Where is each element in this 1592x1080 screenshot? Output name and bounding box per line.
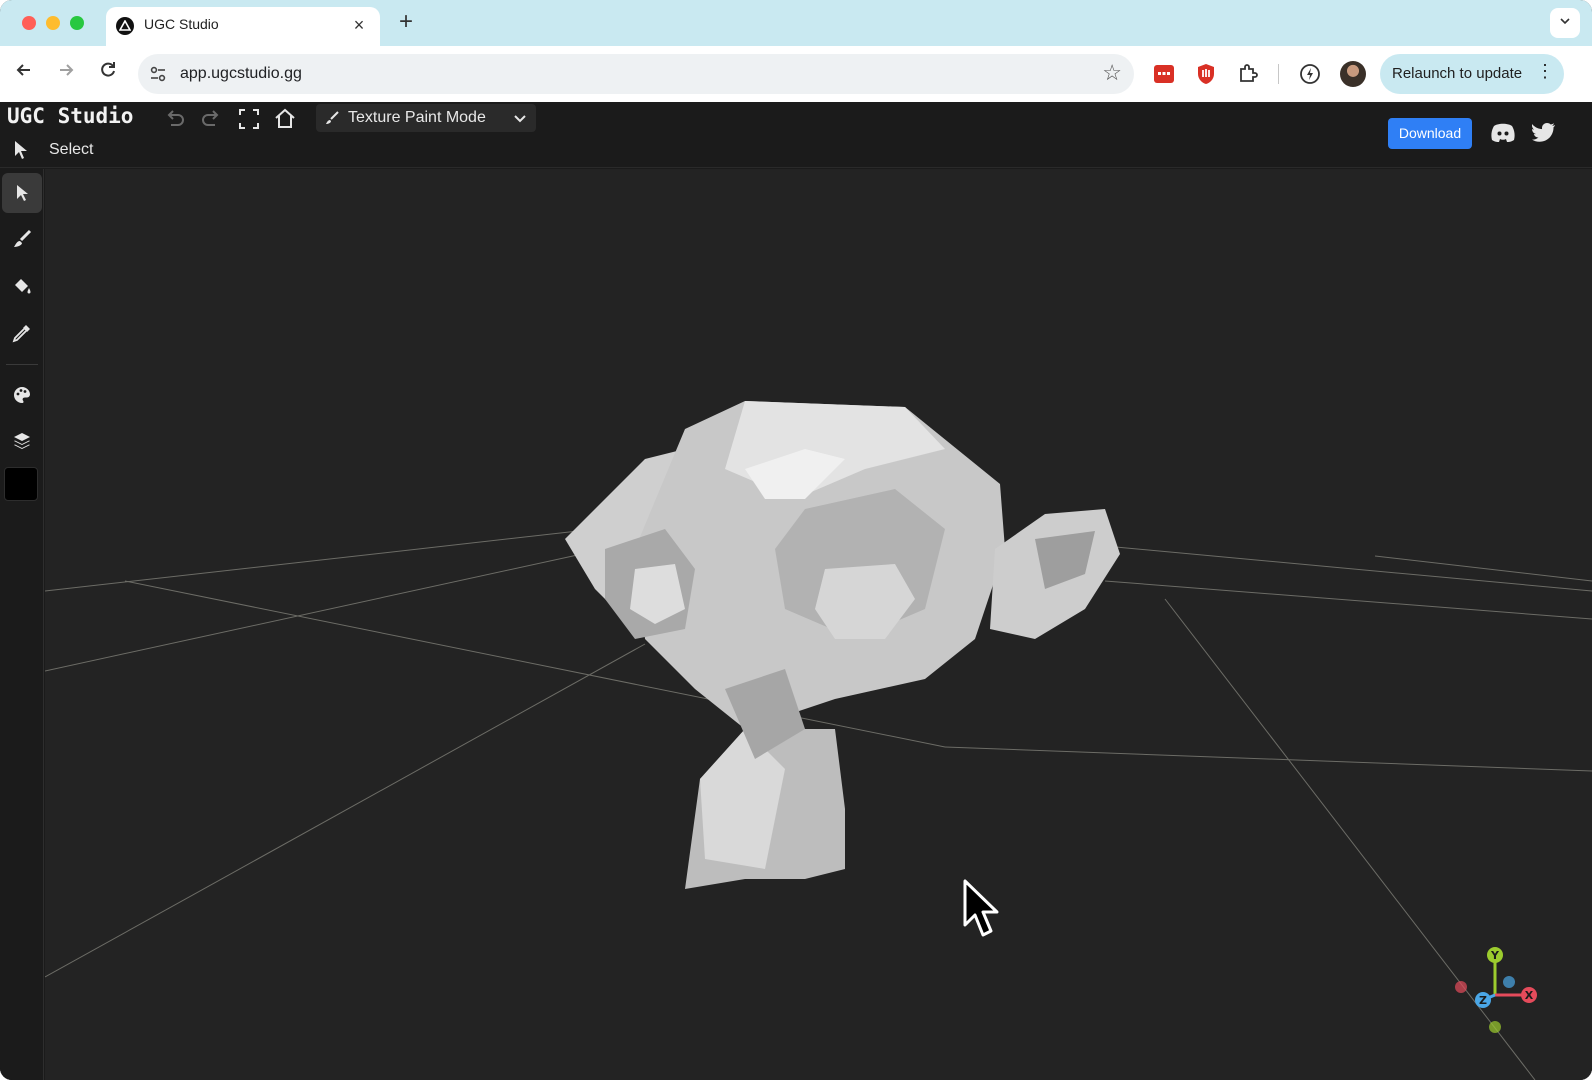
chevron-down-icon (1560, 18, 1570, 25)
ugc-studio-app: UGC Studio Texture Paint Mode Select Dow… (0, 102, 1592, 1080)
reload-icon (101, 62, 115, 77)
axis-z-label: Z (1479, 994, 1487, 1007)
relaunch-button[interactable]: Relaunch to update ⋮ (1380, 54, 1564, 94)
extensions-puzzle-icon[interactable] (1236, 62, 1260, 86)
paint-bucket-icon (15, 279, 31, 294)
chevron-down-icon (514, 115, 526, 123)
mouse-cursor-icon (963, 879, 999, 937)
brush-tool-button[interactable] (2, 219, 42, 259)
favicon-icon (116, 17, 134, 35)
arrow-right-icon (60, 64, 74, 76)
site-settings-icon[interactable] (148, 64, 168, 84)
fullscreen-icon[interactable] (236, 106, 262, 132)
redo-icon[interactable] (198, 106, 224, 132)
mode-dropdown[interactable]: Texture Paint Mode (316, 104, 536, 132)
relaunch-label: Relaunch to update (1392, 65, 1523, 82)
toolbar-separator (1278, 64, 1279, 84)
forward-button[interactable] (52, 60, 80, 88)
fill-bucket-tool-button[interactable] (2, 266, 42, 306)
axis-x-label: X (1525, 989, 1534, 1002)
axis-neg-y-handle[interactable] (1489, 1021, 1501, 1033)
new-tab-button[interactable]: + (392, 9, 420, 37)
performance-bolt-icon[interactable] (1298, 62, 1322, 86)
mode-label: Texture Paint Mode (348, 109, 486, 126)
paintbrush-icon (14, 229, 32, 247)
tool-sidebar (0, 169, 44, 1080)
extension-red-icon[interactable] (1152, 62, 1176, 86)
active-tool-label: Select (49, 141, 94, 158)
axis-neg-x-handle[interactable] (1455, 981, 1467, 993)
3d-viewport[interactable]: Y X Z (45, 169, 1592, 1080)
download-button[interactable]: Download (1388, 118, 1472, 149)
pointer-icon (15, 141, 27, 159)
axis-neg-z-handle[interactable] (1503, 976, 1515, 988)
browser-toolbar: app.ugcstudio.gg ☆ Relaunch to update ⋮ (0, 46, 1592, 102)
pointer-icon (17, 185, 28, 201)
close-tab-icon[interactable]: × (348, 14, 370, 36)
more-vertical-icon[interactable]: ⋮ (1536, 61, 1554, 82)
app-header: UGC Studio Texture Paint Mode Select Dow… (0, 102, 1592, 168)
reload-button[interactable] (94, 60, 122, 88)
address-bar[interactable]: app.ugcstudio.gg ☆ (138, 54, 1134, 94)
eyedropper-tool-button[interactable] (2, 313, 42, 353)
maximize-window-button[interactable] (70, 16, 84, 30)
browser-window: UGC Studio × + app.ugcstudio.gg ☆ Relaun… (0, 0, 1592, 1080)
url-text: app.ugcstudio.gg (180, 65, 302, 82)
layers-tool-button[interactable] (2, 421, 42, 461)
twitter-icon[interactable] (1532, 122, 1556, 144)
palette-icon (14, 387, 30, 403)
close-window-button[interactable] (22, 16, 36, 30)
axis-gizmo[interactable]: Y X Z (1443, 937, 1553, 1037)
adblock-shield-icon[interactable] (1194, 62, 1218, 86)
profile-avatar[interactable] (1340, 61, 1366, 87)
arrow-left-icon (16, 64, 30, 76)
current-color-swatch[interactable] (4, 467, 38, 501)
undo-icon[interactable] (162, 106, 188, 132)
tab-title: UGC Studio (144, 16, 219, 32)
browser-tab[interactable]: UGC Studio × (106, 7, 380, 47)
sidebar-divider (6, 364, 38, 365)
tab-search-button[interactable] (1550, 8, 1580, 38)
tab-strip: UGC Studio × + (0, 0, 1592, 47)
select-tool-button[interactable] (2, 173, 42, 213)
back-button[interactable] (10, 60, 38, 88)
suzanne-monkey-mesh[interactable] (565, 401, 1120, 889)
home-icon[interactable] (272, 106, 298, 132)
palette-tool-button[interactable] (2, 375, 42, 415)
axis-y-label: Y (1490, 949, 1500, 962)
bookmark-star-icon[interactable]: ☆ (1102, 60, 1122, 86)
brush-icon (326, 111, 339, 124)
minimize-window-button[interactable] (46, 16, 60, 30)
layers-icon (14, 433, 30, 449)
eyedropper-icon (12, 325, 30, 343)
app-brand: UGC Studio (7, 104, 134, 128)
discord-icon[interactable] (1490, 122, 1516, 144)
scene-canvas (45, 401, 1592, 1080)
